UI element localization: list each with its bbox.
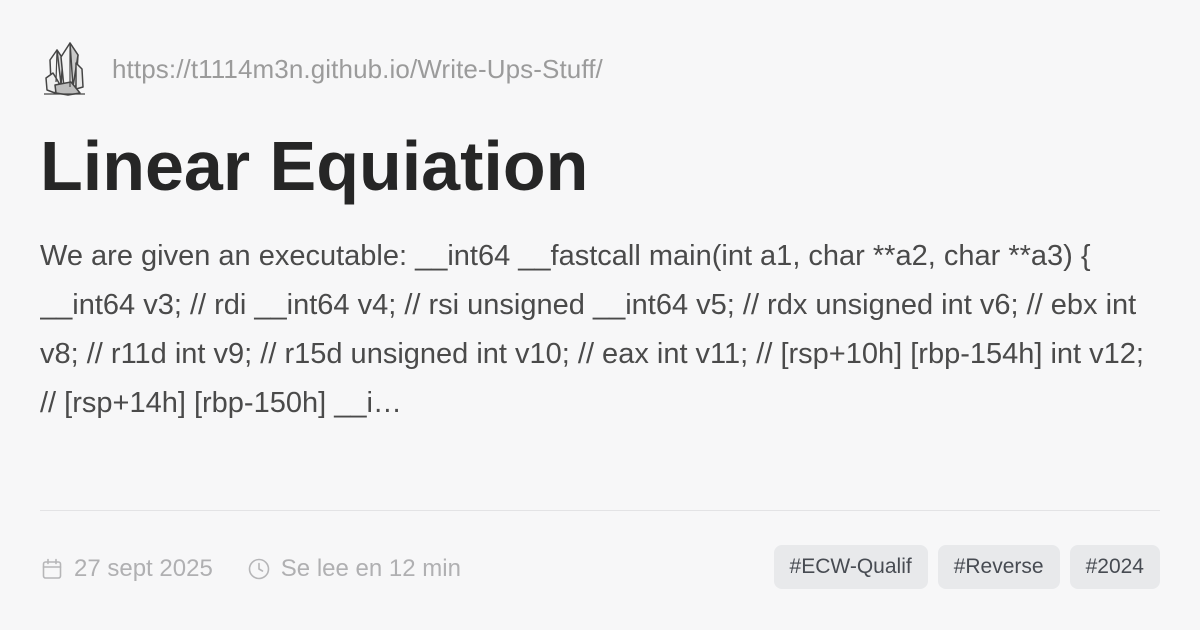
tag-list: #ECW-Qualif #Reverse #2024 xyxy=(773,545,1160,589)
crystal-cluster-logo-icon xyxy=(44,42,85,96)
reading-time-text: Se lee en 12 min xyxy=(280,555,461,582)
tag-2024[interactable]: #2024 xyxy=(1069,545,1160,589)
post-meta: 27 sept 2025 Se lee en 12 min xyxy=(40,549,495,589)
reading-time: Se lee en 12 min xyxy=(247,555,461,583)
tag-ecw-qualif[interactable]: #ECW-Qualif xyxy=(773,545,928,589)
post-excerpt: We are given an executable: __int64 __fa… xyxy=(40,240,1144,419)
divider xyxy=(40,510,1160,511)
calendar-icon xyxy=(42,558,62,579)
site-header: https://t1114m3n.github.io/Write-Ups-Stu… xyxy=(42,40,603,98)
post-date-text: 27 sept 2025 xyxy=(74,555,213,582)
post-date: 27 sept 2025 xyxy=(40,555,213,583)
tag-reverse[interactable]: #Reverse xyxy=(937,545,1060,589)
clock-icon xyxy=(248,558,270,580)
post-title[interactable]: Linear Equiation xyxy=(40,118,588,214)
site-url[interactable]: https://t1114m3n.github.io/Write-Ups-Stu… xyxy=(112,54,603,85)
